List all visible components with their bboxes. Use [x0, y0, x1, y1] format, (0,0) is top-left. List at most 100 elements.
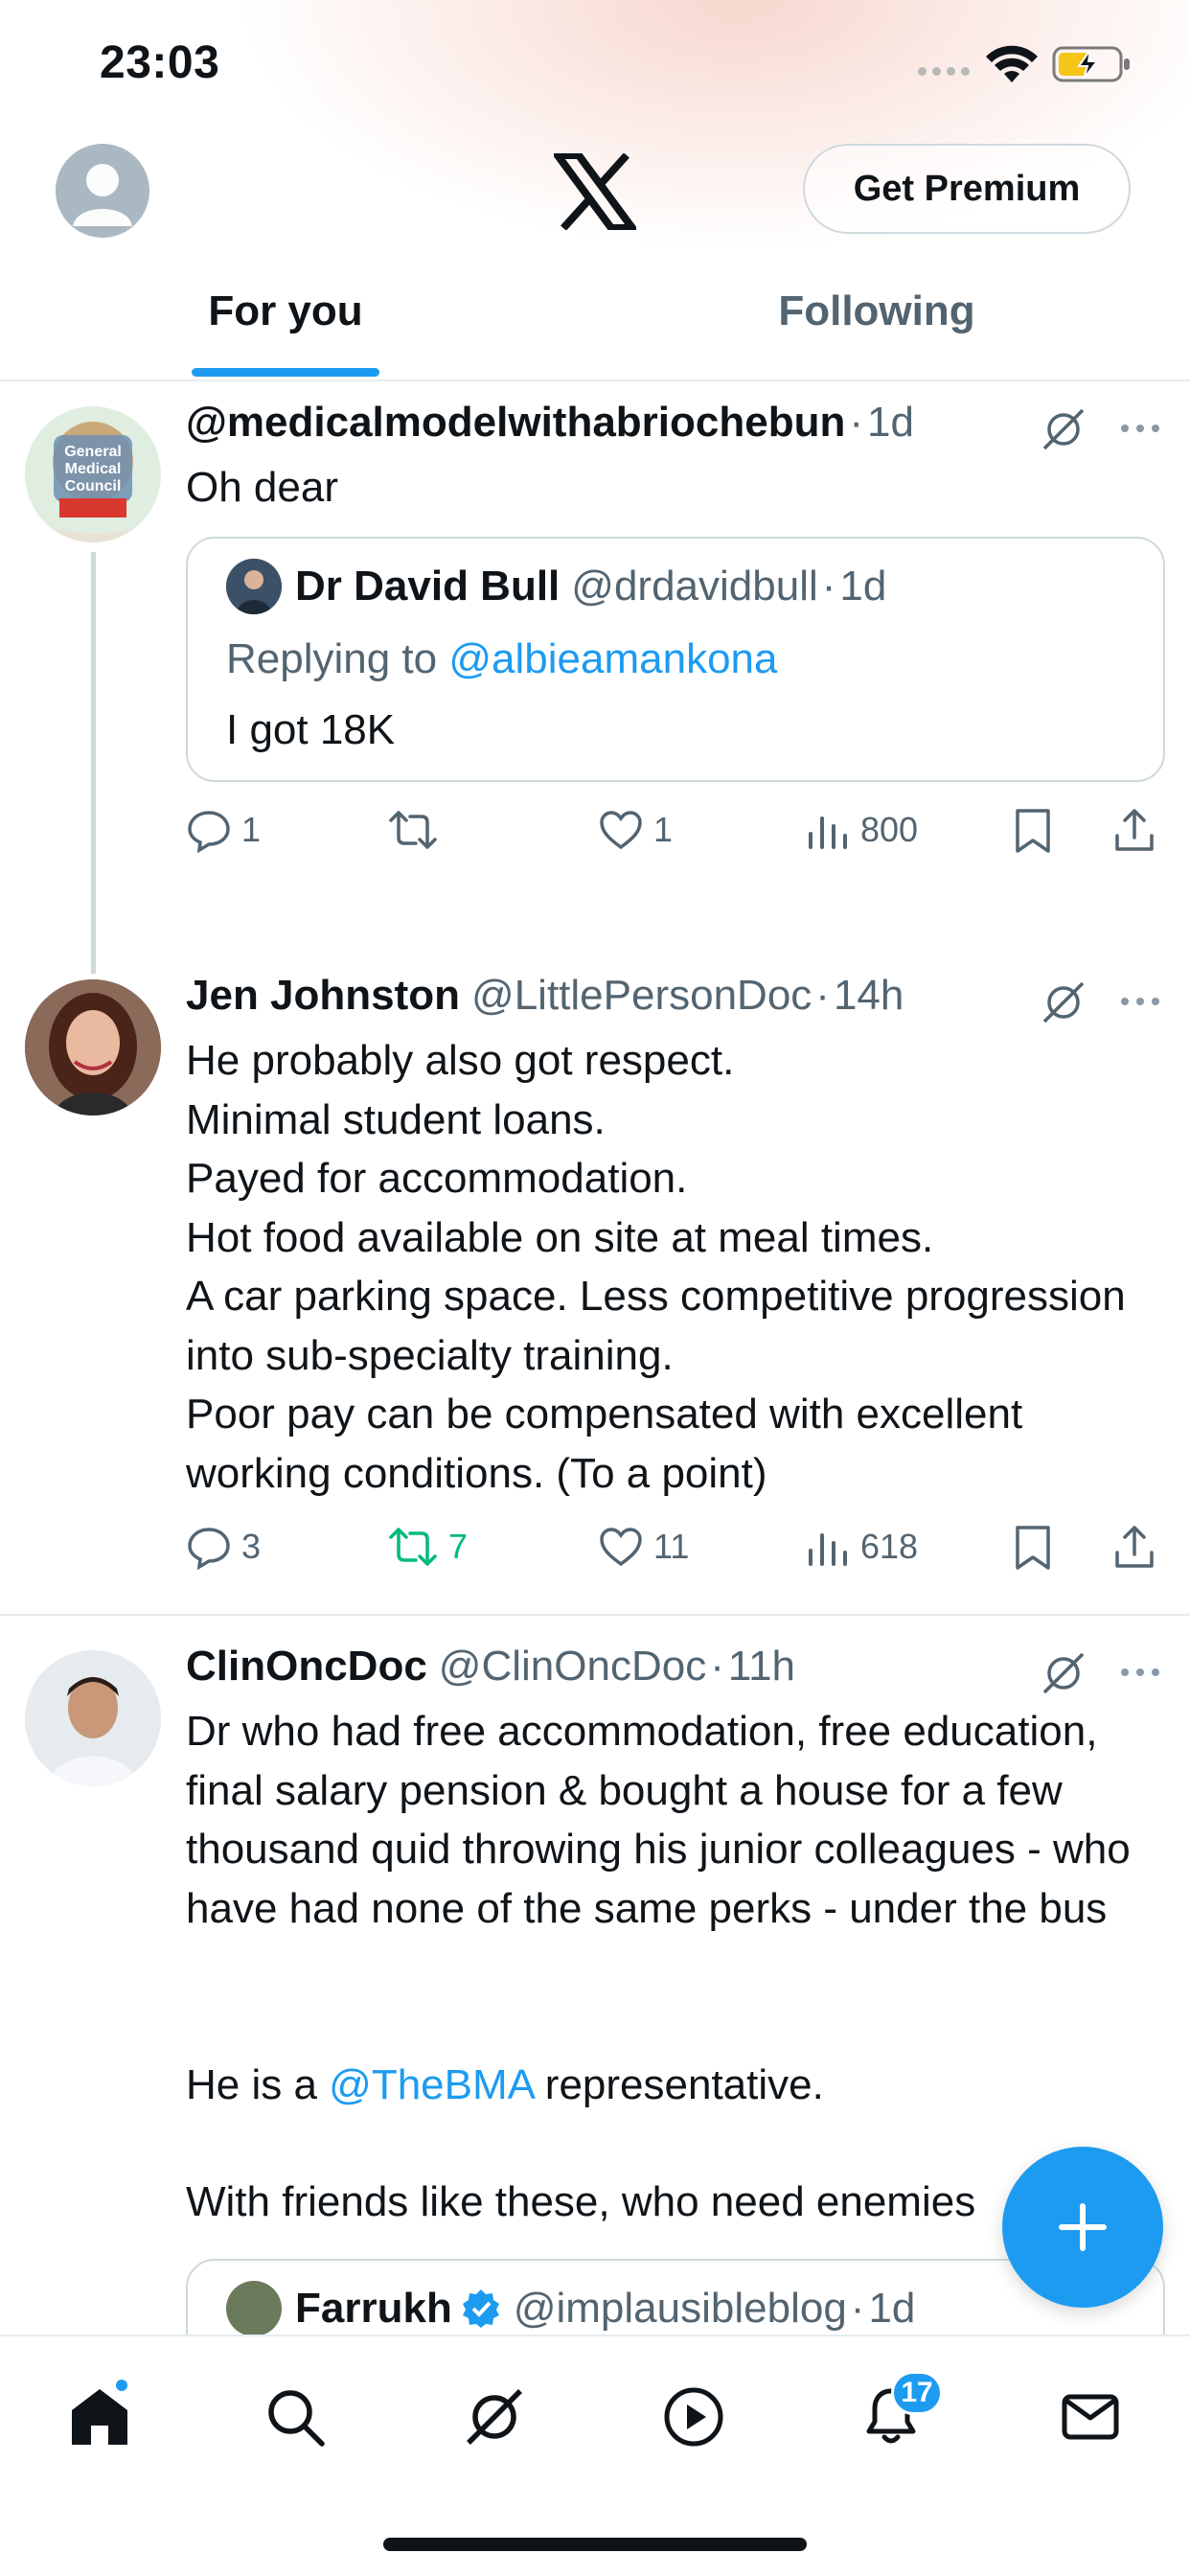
author-name[interactable]: ClinOncDoc [186, 1643, 427, 1690]
separator: · [849, 399, 863, 446]
nav-grok[interactable] [448, 2371, 540, 2463]
tweet[interactable]: General Medical Council @medicalmodelwit… [0, 393, 1190, 930]
tweet-time[interactable]: 14h [834, 972, 904, 1020]
x-logo-icon[interactable] [554, 153, 636, 230]
like-count: 11 [653, 1527, 690, 1566]
views-button[interactable]: 618 [805, 1524, 918, 1570]
retweet-count: 7 [448, 1527, 469, 1566]
author-handle[interactable]: @LittlePersonDoc [471, 972, 812, 1020]
share-button[interactable] [1111, 1524, 1167, 1570]
quote-avatar-image [226, 558, 282, 614]
views-icon [809, 816, 847, 849]
separator: · [850, 2284, 865, 2332]
get-premium-button[interactable]: Get Premium [803, 144, 1131, 234]
views-icon [809, 1533, 847, 1566]
mail-icon [1062, 2394, 1119, 2440]
grok-icon [467, 2389, 522, 2445]
tweet-text: He probably also got respect. Minimal st… [186, 1037, 1126, 1497]
nav-notifications[interactable]: 17 [845, 2371, 943, 2463]
tweet-header: @medicalmodelwithabriochebun · 1d [186, 399, 1165, 452]
reply-button[interactable]: 1 [186, 807, 261, 853]
grok-icon[interactable] [1041, 1650, 1087, 1696]
tweet[interactable]: Jen Johnston @LittlePersonDoc · 14h He p… [0, 966, 1190, 1608]
reply-icon [188, 1528, 230, 1570]
tweet-text: Dr who had free accommodation, free educ… [186, 1708, 1131, 1932]
reply-count: 1 [241, 809, 262, 849]
status-time: 23:03 [100, 37, 220, 88]
profile-avatar-button[interactable] [56, 144, 149, 238]
heart-icon [600, 810, 642, 849]
author-name[interactable]: @medicalmodelwithabriochebun [186, 399, 845, 447]
active-tab-indicator [192, 368, 379, 377]
view-count: 800 [860, 809, 919, 849]
quote-time: 1d [868, 2284, 916, 2332]
svg-text:Council: Council [65, 478, 122, 494]
home-icon [72, 2389, 127, 2445]
more-options-icon[interactable] [1119, 1666, 1161, 1679]
tweet-time[interactable]: 11h [728, 1643, 795, 1690]
bookmark-button[interactable] [1012, 1524, 1064, 1572]
replying-to-line: Replying to @albieamankona [226, 631, 1125, 688]
author-name[interactable]: Jen Johnston [186, 972, 460, 1020]
separator: · [710, 1643, 724, 1690]
tweet-content: @medicalmodelwithabriochebun · 1d Oh dea… [186, 399, 1165, 874]
author-handle[interactable]: @ClinOncDoc [439, 1643, 706, 1690]
tab-following[interactable]: Following [757, 278, 996, 381]
tweet-header: Jen Johnston @LittlePersonDoc · 14h [186, 972, 1165, 1025]
quote-header: Dr David Bull @drdavidbull · 1d [226, 558, 1125, 615]
replying-to-link[interactable]: @albieamankona [448, 635, 777, 682]
quote-author-handle: @drdavidbull [571, 562, 818, 610]
like-count: 1 [653, 809, 674, 849]
quote-author-name: Farrukh [295, 2284, 452, 2332]
retweet-icon [389, 1528, 437, 1566]
quote-author-name: Dr David Bull [295, 562, 561, 610]
quoted-tweet[interactable]: Dr David Bull @drdavidbull · 1d Replying… [186, 536, 1165, 782]
more-options-icon[interactable] [1119, 422, 1161, 435]
quote-author-avatar [226, 2280, 282, 2336]
reply-button[interactable]: 3 [186, 1524, 261, 1570]
tweet-time[interactable]: 1d [867, 399, 914, 447]
views-button[interactable]: 800 [805, 807, 918, 853]
tweet-divider [0, 1614, 1190, 1616]
quote-author-avatar [226, 558, 282, 614]
separator: · [821, 562, 836, 610]
like-button[interactable]: 1 [598, 807, 673, 853]
author-avatar[interactable] [25, 979, 161, 1116]
bookmark-icon [1016, 808, 1050, 853]
more-options-icon[interactable] [1119, 995, 1161, 1008]
plus-icon [1059, 2203, 1107, 2251]
compose-post-button[interactable] [1002, 2147, 1163, 2308]
replying-to-label: Replying to [226, 634, 438, 682]
mention-link[interactable]: @TheBMA [329, 2061, 533, 2108]
tweet-text-segment: He is a [186, 2060, 330, 2108]
author-avatar[interactable]: General Medical Council [25, 406, 161, 542]
grok-icon[interactable] [1041, 406, 1087, 452]
avatar-text: General [64, 444, 122, 460]
tweet-header: ClinOncDoc @ClinOncDoc · 11h [186, 1643, 1165, 1696]
nav-search[interactable] [249, 2371, 341, 2463]
tweet-text-mention-line: He is a @TheBMA representative. [186, 1996, 1165, 2114]
gmc-avatar-image: General Medical Council [25, 406, 161, 542]
author-avatar[interactable] [25, 1650, 161, 1786]
author-photo [25, 1650, 161, 1786]
quote-text: I got 18K [226, 705, 396, 753]
home-unread-dot [113, 2377, 130, 2394]
quote-header: Farrukh @implausibleblog · 1d [226, 2280, 1125, 2337]
nav-messages[interactable] [1044, 2371, 1136, 2463]
tweet-actions: 3 7 11 618 [186, 1524, 1165, 1591]
bookmark-icon [1016, 1526, 1050, 1570]
separator: · [815, 972, 830, 1019]
nav-home[interactable] [54, 2371, 146, 2463]
share-button[interactable] [1111, 807, 1167, 853]
quote-author-handle: @implausibleblog [513, 2284, 847, 2332]
like-button[interactable]: 11 [598, 1524, 689, 1570]
retweet-button[interactable] [387, 807, 448, 853]
retweet-button[interactable]: 7 [387, 1524, 468, 1570]
bookmark-button[interactable] [1012, 807, 1064, 855]
tab-for-you[interactable]: For you [192, 278, 379, 381]
retweet-icon [389, 810, 437, 849]
grok-icon[interactable] [1041, 979, 1087, 1025]
nav-videos[interactable] [648, 2371, 740, 2463]
tweet-text: Oh dear [186, 464, 338, 511]
heart-icon [600, 1528, 642, 1567]
